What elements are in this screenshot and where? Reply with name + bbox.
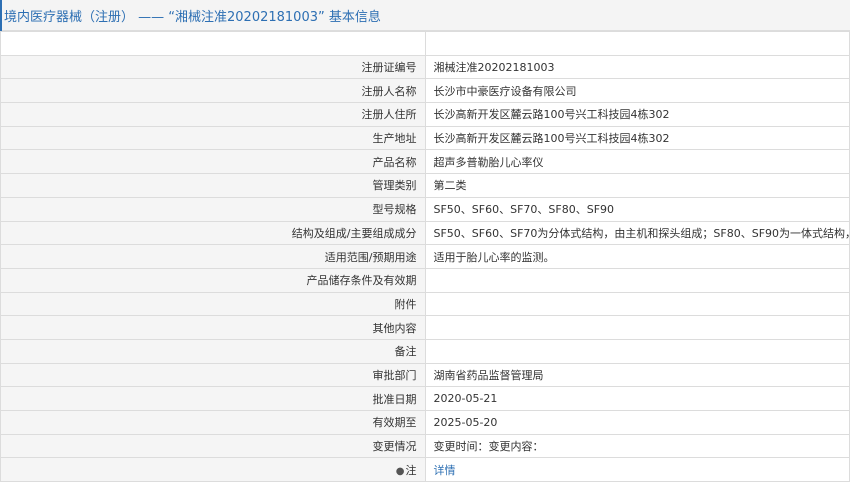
row-value: 适用于胎儿心率的监测。 <box>424 244 850 269</box>
detail-table: 注册证编号 湘械注准20202181003 注册人名称 长沙市中豪医疗设备有限公司 注册… <box>0 31 850 483</box>
table-row: 产品名称 超声多普勒胎儿心率仪 <box>0 149 850 175</box>
row-value: 2025-05-20 <box>424 410 850 435</box>
row-label: 管理类别 <box>0 173 426 198</box>
row-value: 长沙高新开发区麓云路100号兴工科技园4栋302 <box>424 102 850 127</box>
table-row: 变更情况 变更时间：变更内容： <box>0 433 850 459</box>
table-row: 结构及组成/主要组成成分 SF50、SF60、SF70为分体式结构，由主机和探头组… <box>0 220 850 246</box>
row-label: 产品名称 <box>0 149 426 175</box>
row-value: 湖南省药品监督管理局 <box>424 362 850 388</box>
table-row: 适用范围/预期用途 适用于胎儿心率的监测。 <box>0 244 850 269</box>
row-label: 产品储存条件及有效期 <box>0 267 426 293</box>
table-row-note: ●注 详情 <box>0 457 850 483</box>
table-row: 注册人名称 长沙市中豪医疗设备有限公司 <box>0 78 850 104</box>
row-label: 注册证编号 <box>0 54 426 80</box>
row-label: 生产地址 <box>0 125 426 151</box>
row-value <box>424 315 850 340</box>
row-label: 有效期至 <box>0 410 426 435</box>
row-label: 批准日期 <box>0 386 426 411</box>
row-value <box>424 267 850 293</box>
detail-rows: 注册证编号 湘械注准20202181003 注册人名称 长沙市中豪医疗设备有限公司 注册… <box>0 54 850 459</box>
row-label: 注册人住所 <box>0 102 426 127</box>
row-label: 型号规格 <box>0 196 426 222</box>
row-value: 变更时间：变更内容： <box>424 433 850 459</box>
title-accent <box>0 0 2 31</box>
details-link[interactable]: 详情 <box>434 464 456 477</box>
page-title: 境内医疗器械（注册） —— “湘械注准20202181003” 基本信息 <box>4 9 381 25</box>
row-value: SF50、SF60、SF70为分体式结构，由主机和探头组成；SF80、SF90为… <box>424 220 850 246</box>
table-row: 型号规格 SF50、SF60、SF70、SF80、SF90 <box>0 196 850 222</box>
row-value: 湘械注准20202181003 <box>424 54 850 80</box>
note-label-cell: ●注 <box>0 457 426 483</box>
table-row: 生产地址 长沙高新开发区麓云路100号兴工科技园4栋302 <box>0 125 850 151</box>
row-value: 第二类 <box>424 173 850 198</box>
note-label: 注 <box>405 463 417 477</box>
table-row: 其他内容 <box>0 315 850 340</box>
table-row: 管理类别 第二类 <box>0 173 850 198</box>
row-value: SF50、SF60、SF70、SF80、SF90 <box>424 196 850 222</box>
table-row: 备注 <box>0 338 850 364</box>
row-value <box>424 291 850 317</box>
row-value: 长沙高新开发区麓云路100号兴工科技园4栋302 <box>424 125 850 151</box>
table-spacer <box>0 31 850 56</box>
table-row: 附件 <box>0 291 850 317</box>
note-value-cell: 详情 <box>424 457 850 483</box>
table-row: 有效期至 2025-05-20 <box>0 410 850 435</box>
row-label: 注册人名称 <box>0 78 426 104</box>
table-row: 注册证编号 湘械注准20202181003 <box>0 54 850 80</box>
row-value <box>424 338 850 364</box>
row-label: 其他内容 <box>0 315 426 340</box>
row-label: 变更情况 <box>0 433 426 459</box>
row-label: 备注 <box>0 338 426 364</box>
row-value: 长沙市中豪医疗设备有限公司 <box>424 78 850 104</box>
page-title-bar: 境内医疗器械（注册） —— “湘械注准20202181003” 基本信息 <box>0 0 850 31</box>
table-row: 批准日期 2020-05-21 <box>0 386 850 411</box>
table-row: 产品储存条件及有效期 <box>0 267 850 293</box>
row-value: 超声多普勒胎儿心率仪 <box>424 149 850 175</box>
row-label: 适用范围/预期用途 <box>0 244 426 269</box>
table-row: 审批部门 湖南省药品监督管理局 <box>0 362 850 388</box>
row-value: 2020-05-21 <box>424 386 850 411</box>
pin-icon: ● <box>395 465 405 477</box>
row-label: 结构及组成/主要组成成分 <box>0 220 426 246</box>
row-label: 附件 <box>0 291 426 317</box>
row-label: 审批部门 <box>0 362 426 388</box>
table-row: 注册人住所 长沙高新开发区麓云路100号兴工科技园4栋302 <box>0 102 850 127</box>
